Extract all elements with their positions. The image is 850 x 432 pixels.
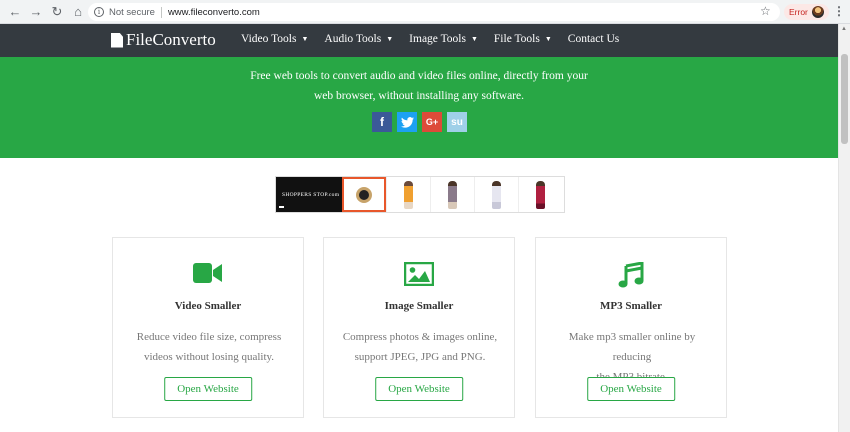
twitter-icon[interactable] (397, 112, 417, 132)
music-note-icon (618, 262, 644, 288)
video-camera-icon (193, 263, 222, 283)
open-website-button[interactable]: Open Website (587, 377, 675, 401)
caret-down-icon: ▼ (301, 35, 309, 43)
stumbleupon-icon[interactable]: su (447, 112, 467, 132)
card-description-line: Make mp3 smaller online by reducing (568, 331, 696, 363)
caret-down-icon: ▼ (470, 35, 478, 43)
card-icon-wrap (113, 262, 303, 284)
brand-name: FileConverto (126, 30, 216, 49)
nav-item-label: Image Tools (409, 33, 466, 45)
tool-card-mp3-smaller: MP3 Smaller Make mp3 smaller online by r… (535, 237, 727, 418)
caret-down-icon: ▼ (386, 35, 394, 43)
tool-card-image-smaller: Image Smaller Compress photos & images o… (323, 237, 515, 418)
brand-logo[interactable]: FileConverto (111, 30, 216, 50)
card-icon-wrap (324, 262, 514, 286)
tool-card-video-smaller: Video Smaller Reduce video file size, co… (112, 237, 304, 418)
nav-item-video-tools[interactable]: Video Tools ▼ (241, 33, 308, 45)
card-title: Image Smaller (384, 300, 454, 312)
ad-logo[interactable]: SHOPPERS STOP.com (276, 177, 342, 212)
home-icon[interactable]: ⌂ (69, 3, 87, 21)
caret-down-icon: ▼ (544, 35, 552, 43)
ad-product-dress-print[interactable] (430, 177, 474, 212)
url-text[interactable]: www.fileconverto.com (168, 7, 260, 18)
nav-item-contact-us[interactable]: Contact Us (568, 33, 619, 45)
document-icon (111, 32, 123, 48)
model-figure-icon (404, 180, 413, 209)
card-description-line: Compress photos & images online, (342, 331, 498, 343)
tagline-line: web browser, without installing any soft… (313, 90, 524, 102)
page-scrollbar[interactable]: ▲ (838, 24, 850, 432)
hero-tagline: Free web tools to convert audio and vide… (0, 66, 838, 106)
ad-logo-text: SHOPPERS STOP.com (282, 191, 340, 198)
model-figure-icon (448, 180, 457, 209)
card-description-line: videos without losing quality. (143, 351, 275, 363)
ad-product-dress-orange[interactable] (386, 177, 430, 212)
tagline-line: Free web tools to convert audio and vide… (250, 70, 588, 82)
card-description: Reduce video file size, compress videos … (127, 327, 291, 367)
profile-error-badge[interactable]: Error (784, 4, 829, 20)
model-figure-icon (492, 180, 501, 209)
main-menu: Video Tools ▼ Audio Tools ▼ Image Tools … (241, 33, 635, 45)
address-divider (160, 6, 162, 18)
card-title: MP3 Smaller (599, 300, 662, 312)
back-arrow-icon[interactable]: ← (6, 3, 24, 21)
avatar (811, 6, 824, 18)
ad-product-watch[interactable] (342, 177, 386, 212)
google-plus-icon[interactable]: G+ (422, 112, 442, 132)
image-icon (404, 262, 434, 286)
nav-item-audio-tools[interactable]: Audio Tools ▼ (324, 33, 393, 45)
card-description-line: Reduce video file size, compress (136, 331, 282, 343)
nav-item-label: Audio Tools (324, 33, 382, 45)
card-title: Video Smaller (174, 300, 242, 312)
nav-item-label: Contact Us (567, 33, 620, 45)
facebook-icon[interactable]: f (372, 112, 392, 132)
nav-item-file-tools[interactable]: File Tools ▼ (494, 33, 552, 45)
card-description-line: support JPEG, JPG and PNG. (354, 351, 486, 363)
bookmark-star-icon[interactable]: ☆ (760, 4, 771, 18)
model-figure-icon (536, 180, 545, 209)
advertisement-banner[interactable]: SHOPPERS STOP.com (275, 176, 565, 213)
card-description: Compress photos & images online, support… (338, 327, 502, 367)
reload-icon[interactable]: ↻ (48, 3, 66, 21)
hero-banner: Free web tools to convert audio and vide… (0, 57, 838, 158)
scrollbar-thumb[interactable] (841, 54, 848, 144)
browser-menu-icon[interactable]: ⋮ (833, 4, 845, 18)
address-bar[interactable]: i Not secure www.fileconverto.com (88, 3, 780, 21)
ad-product-dress-red[interactable] (518, 177, 562, 212)
social-share-buttons: f G+ su (372, 112, 467, 132)
open-website-button[interactable]: Open Website (375, 377, 463, 401)
ad-product-dress-white[interactable] (474, 177, 518, 212)
card-icon-wrap (536, 262, 726, 288)
nav-item-image-tools[interactable]: Image Tools ▼ (409, 33, 478, 45)
forward-arrow-icon[interactable]: → (27, 3, 45, 21)
nav-item-label: File Tools (493, 33, 540, 45)
watch-icon (356, 186, 372, 203)
security-label: Not secure (109, 6, 155, 18)
browser-toolbar: ← → ↻ ⌂ i Not secure www.fileconverto.co… (0, 0, 850, 24)
ad-logo-mark (279, 206, 284, 208)
info-icon[interactable]: i (94, 7, 104, 17)
scroll-up-arrow-icon[interactable]: ▲ (841, 26, 847, 32)
open-website-button[interactable]: Open Website (164, 377, 252, 401)
error-label: Error (789, 7, 808, 17)
nav-item-label: Video Tools (241, 33, 297, 45)
site-navbar: FileConverto Video Tools ▼ Audio Tools ▼… (0, 24, 838, 57)
